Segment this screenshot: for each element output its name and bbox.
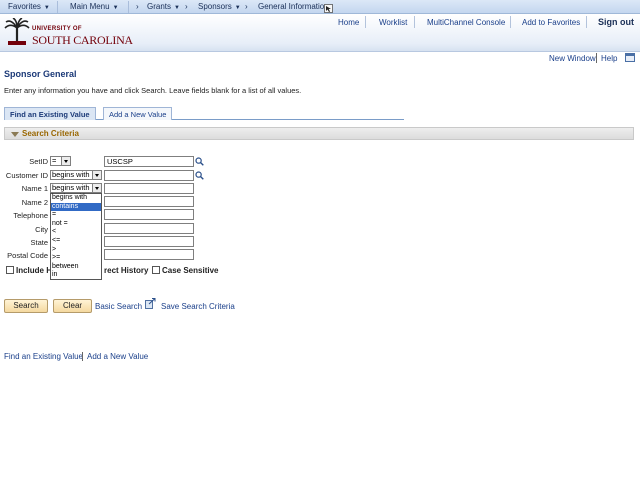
header-divider [414, 16, 415, 28]
include-history-label: Include H [16, 266, 53, 275]
sign-out-link[interactable]: Sign out [598, 17, 634, 27]
telephone-input[interactable] [104, 209, 194, 220]
lookup-magnifier-icon[interactable] [195, 157, 204, 166]
menu-divider [57, 1, 58, 13]
lookup-magnifier-icon[interactable] [195, 171, 204, 180]
help-link[interactable]: Help [601, 54, 617, 63]
name2-label: Name 2 [21, 198, 48, 207]
page-title: Sponsor General [4, 69, 77, 79]
mouse-pointer-icon [324, 4, 333, 13]
dropdown-arrow-icon [92, 171, 101, 179]
customer-id-label: Customer ID [5, 171, 48, 180]
operator-dropdown-list[interactable]: begins with contains = not = < <= > >= b… [50, 193, 102, 280]
footer-add-new-link[interactable]: Add a New Value [87, 352, 148, 361]
footer-divider [82, 352, 83, 361]
header-divider [586, 16, 587, 28]
name1-operator-select[interactable]: begins with [50, 183, 102, 193]
customize-page-icon[interactable] [625, 53, 635, 62]
search-tabs: Find an Existing Value Add a New Value [4, 107, 404, 120]
top-menu-bar: Favorites ▼ Main Menu ▼ › Grants ▼ › Sponso… [0, 0, 640, 14]
dropdown-option-highlighted[interactable]: contains [51, 202, 101, 212]
footer-find-existing-link[interactable]: Find an Existing Value [4, 352, 83, 361]
menu-divider [128, 1, 129, 13]
setid-operator-select[interactable]: = [50, 156, 71, 166]
new-window-link[interactable]: New Window [549, 54, 596, 63]
dropdown-arrow-icon [61, 157, 70, 165]
clear-button[interactable]: Clear [53, 299, 92, 313]
name1-label: Name 1 [21, 184, 48, 193]
page-header: UNIVERSITY OF SOUTH CAROLINA Home Workli… [0, 14, 640, 52]
dropdown-arrow-icon [92, 184, 101, 192]
city-input[interactable] [104, 223, 194, 234]
dropdown-option[interactable]: > [51, 246, 101, 255]
dropdown-option[interactable]: between [51, 263, 101, 272]
dropdown-option[interactable]: = [51, 211, 101, 220]
basic-search-link[interactable]: Basic Search [95, 302, 142, 311]
dropdown-option[interactable]: begins with [51, 194, 101, 203]
university-logo: UNIVERSITY OF SOUTH CAROLINA [4, 17, 134, 49]
caret-down-icon: ▼ [112, 5, 119, 11]
city-label: City [35, 225, 48, 234]
save-search-criteria-link[interactable]: Save Search Criteria [161, 302, 235, 311]
case-sensitive-label: Case Sensitive [162, 266, 219, 275]
home-link[interactable]: Home [338, 18, 359, 27]
customer-id-operator-select[interactable]: begins with [50, 170, 102, 180]
menu-favorites[interactable]: Favorites ▼ [8, 2, 50, 11]
worklist-link[interactable]: Worklist [379, 18, 407, 27]
breadcrumb-separator-icon: › [136, 2, 139, 11]
instructions-text: Enter any information you have and click… [4, 86, 302, 95]
state-input[interactable] [104, 236, 194, 247]
multichannel-console-link[interactable]: MultiChannel Console [427, 18, 505, 27]
include-history-checkbox[interactable] [6, 266, 14, 274]
menu-sponsors[interactable]: Sponsors ▼ [198, 2, 241, 11]
breadcrumb-separator-icon: › [185, 2, 188, 11]
dropdown-option[interactable]: >= [51, 254, 101, 263]
header-divider [510, 16, 511, 28]
menu-main-menu[interactable]: Main Menu ▼ [70, 2, 119, 11]
dropdown-option[interactable]: < [51, 228, 101, 237]
menu-grants[interactable]: Grants ▼ [147, 2, 180, 11]
menu-general-information[interactable]: General Information [258, 2, 329, 11]
add-to-favorites-link[interactable]: Add to Favorites [522, 18, 580, 27]
search-button[interactable]: Search [4, 299, 48, 313]
palmetto-tree-icon [4, 18, 30, 45]
collapse-triangle-icon [11, 132, 19, 137]
postal-code-input[interactable] [104, 249, 194, 260]
header-divider [365, 16, 366, 28]
dropdown-option[interactable]: <= [51, 237, 101, 246]
caret-down-icon: ▼ [174, 5, 180, 11]
section-title: Search Criteria [22, 129, 79, 138]
logo-text-line1: UNIVERSITY OF [32, 26, 82, 32]
dropdown-option[interactable]: in [51, 271, 101, 280]
customer-id-input[interactable] [104, 170, 194, 181]
state-label: State [30, 238, 48, 247]
setid-label: SetID [29, 157, 48, 166]
postal-code-label: Postal Code [7, 251, 48, 260]
tab-find-existing-value[interactable]: Find an Existing Value [4, 107, 96, 120]
name2-input[interactable] [104, 196, 194, 207]
name1-input[interactable] [104, 183, 194, 194]
utility-divider [596, 53, 597, 63]
save-search-icon[interactable] [145, 298, 156, 309]
caret-down-icon: ▼ [234, 5, 241, 11]
breadcrumb-separator-icon: › [245, 2, 248, 11]
tab-add-new-value[interactable]: Add a New Value [103, 107, 173, 120]
case-sensitive-checkbox[interactable] [152, 266, 160, 274]
search-criteria-header[interactable]: Search Criteria [4, 127, 634, 140]
logo-text-line2: SOUTH CAROLINA [32, 33, 133, 47]
telephone-label: Telephone [13, 211, 48, 220]
setid-input[interactable]: USCSP [104, 156, 194, 167]
dropdown-option[interactable]: not = [51, 220, 101, 229]
caret-down-icon: ▼ [43, 5, 50, 11]
correct-history-label: rect History [104, 266, 149, 275]
